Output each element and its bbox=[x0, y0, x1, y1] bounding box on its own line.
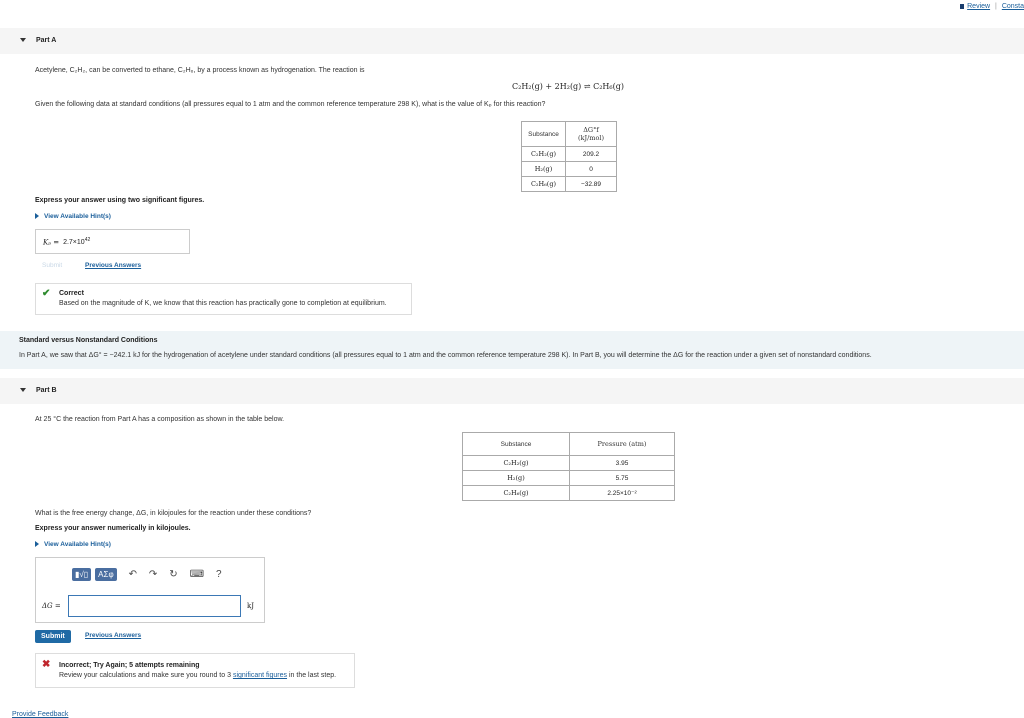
feedback-title: Incorrect; Try Again; 5 attempts remaini… bbox=[59, 662, 200, 669]
part-a-submit-button[interactable]: Submit bbox=[42, 262, 62, 269]
redo-icon[interactable]: ↷ bbox=[149, 569, 157, 580]
feedback-title: Correct bbox=[59, 290, 84, 297]
answer-exponent: 42 bbox=[84, 237, 91, 243]
table-cell: 0 bbox=[565, 161, 617, 177]
info-title: Standard versus Nonstandard Conditions bbox=[19, 337, 158, 344]
expand-arrow-icon bbox=[35, 541, 39, 548]
part-a-title-row[interactable]: Part A bbox=[20, 37, 56, 44]
templates-button[interactable]: ▮√▯ bbox=[72, 568, 92, 581]
table-cell: C₂H₂(g) bbox=[462, 455, 570, 471]
feedback-text-post: in the last step. bbox=[288, 672, 337, 679]
part-b-answer-editor: ▮√▯ ΑΣφ ↶ ↷ ↻ ⌨ ? ΔG = kJ bbox=[35, 557, 265, 623]
collapse-caret-icon[interactable] bbox=[20, 38, 26, 43]
table-cell: C₂H₆(g) bbox=[462, 485, 570, 501]
part-b-data-table: Substance Pressure (atm) C₂H₂(g) 3.95 H₂… bbox=[462, 432, 675, 501]
table-cell: C₂H₆(g) bbox=[521, 176, 566, 192]
part-b-submit-button[interactable]: Submit bbox=[35, 630, 71, 643]
link-separator: | bbox=[995, 3, 997, 10]
table-row: C₂H₆(g) 2.25×10⁻² bbox=[462, 485, 675, 501]
table-header-row: Substance ΔG°f (kJ/mol) bbox=[521, 121, 617, 147]
reaction-equation: C₂H₂(g) + 2H₂(g) ⇌ C₂H₆(g) bbox=[512, 82, 624, 91]
table-row: C₂H₆(g) −32.89 bbox=[521, 176, 617, 192]
part-a-hint-toggle[interactable]: View Available Hint(s) bbox=[35, 213, 111, 220]
expand-arrow-icon bbox=[35, 213, 39, 220]
delta-g-input[interactable] bbox=[68, 595, 241, 617]
undo-icon[interactable]: ↶ bbox=[129, 569, 137, 580]
table-header: ΔG°f (kJ/mol) bbox=[565, 121, 617, 147]
table-row: C₂H₂(g) 3.95 bbox=[462, 455, 675, 471]
feedback-text: Based on the magnitude of K, we know tha… bbox=[59, 300, 387, 307]
part-a-instruction: Express your answer using two significan… bbox=[35, 197, 205, 204]
part-b-question: What is the free energy change, ΔG, in k… bbox=[35, 510, 312, 517]
part-a-question: Given the following data at standard con… bbox=[35, 101, 546, 108]
part-a-answer: Kₚ = 2.7×1042 bbox=[43, 237, 90, 246]
table-header: Substance bbox=[521, 121, 566, 147]
feedback-text-pre: Review your calculations and make sure y… bbox=[59, 672, 231, 679]
symbols-button[interactable]: ΑΣφ bbox=[95, 568, 117, 581]
part-b-title-row[interactable]: Part B bbox=[20, 387, 57, 394]
info-text: In Part A, we saw that ΔG° = −242.1 kJ f… bbox=[19, 352, 872, 359]
hint-link-label: View Available Hint(s) bbox=[44, 541, 111, 548]
table-header: Pressure (atm) bbox=[569, 432, 675, 456]
x-mark-icon: ✖ bbox=[42, 659, 51, 670]
checkmark-icon: ✔ bbox=[42, 288, 51, 299]
table-cell: −32.89 bbox=[565, 176, 617, 192]
keyboard-icon[interactable]: ⌨ bbox=[190, 569, 204, 580]
table-cell: H₂(g) bbox=[521, 161, 566, 177]
significant-figures-link[interactable]: significant figures bbox=[233, 672, 287, 679]
answer-label: Kₚ = bbox=[43, 238, 60, 247]
part-b-feedback-box: ✖ Incorrect; Try Again; 5 attempts remai… bbox=[35, 653, 355, 688]
part-b-hint-toggle[interactable]: View Available Hint(s) bbox=[35, 541, 111, 548]
feedback-text: Review your calculations and make sure y… bbox=[59, 672, 336, 679]
part-a-title: Part A bbox=[35, 37, 57, 44]
math-toolbar: ▮√▯ ΑΣφ ↶ ↷ ↻ ⌨ ? bbox=[72, 568, 227, 581]
constants-link[interactable]: Consta bbox=[1002, 3, 1024, 10]
review-icon bbox=[960, 3, 965, 9]
table-cell: 3.95 bbox=[569, 455, 675, 471]
part-a-answer-box: Kₚ = 2.7×1042 bbox=[35, 229, 190, 254]
part-a-header[interactable] bbox=[0, 28, 1024, 54]
table-cell: C₂H₂(g) bbox=[521, 146, 566, 162]
part-a-intro: Acetylene, C₂H₂, can be converted to eth… bbox=[35, 67, 365, 74]
answer-label: ΔG = bbox=[42, 602, 61, 610]
part-a-feedback-box: ✔ Correct Based on the magnitude of K, w… bbox=[35, 283, 412, 315]
part-b-header[interactable] bbox=[0, 378, 1024, 404]
table-header: Substance bbox=[462, 432, 570, 456]
table-cell: 2.25×10⁻² bbox=[569, 485, 675, 501]
table-row: H₂(g) 5.75 bbox=[462, 470, 675, 486]
top-links: Review | Consta bbox=[960, 3, 1024, 10]
reset-icon[interactable]: ↻ bbox=[169, 569, 177, 580]
table-row: H₂(g) 0 bbox=[521, 161, 617, 177]
unit-label: kJ bbox=[247, 602, 255, 610]
review-link[interactable]: Review bbox=[967, 3, 990, 10]
help-icon[interactable]: ? bbox=[216, 569, 222, 580]
table-cell: 5.75 bbox=[569, 470, 675, 486]
part-b-previous-answers-link[interactable]: Previous Answers bbox=[85, 632, 141, 639]
answer-value: 2.7×10 bbox=[63, 239, 85, 247]
table-cell: H₂(g) bbox=[462, 470, 570, 486]
part-a-data-table: Substance ΔG°f (kJ/mol) C₂H₂(g) 209.2 H₂… bbox=[521, 121, 617, 192]
part-b-title: Part B bbox=[35, 387, 57, 394]
table-header-row: Substance Pressure (atm) bbox=[462, 432, 675, 456]
table-row: C₂H₂(g) 209.2 bbox=[521, 146, 617, 162]
hint-link-label: View Available Hint(s) bbox=[44, 213, 111, 220]
part-b-instruction: Express your answer numerically in kiloj… bbox=[35, 525, 191, 532]
part-b-intro: At 25 °C the reaction from Part A has a … bbox=[35, 416, 285, 423]
part-a-previous-answers-link[interactable]: Previous Answers bbox=[85, 262, 141, 269]
table-cell: 209.2 bbox=[565, 146, 617, 162]
collapse-caret-icon[interactable] bbox=[20, 388, 26, 393]
